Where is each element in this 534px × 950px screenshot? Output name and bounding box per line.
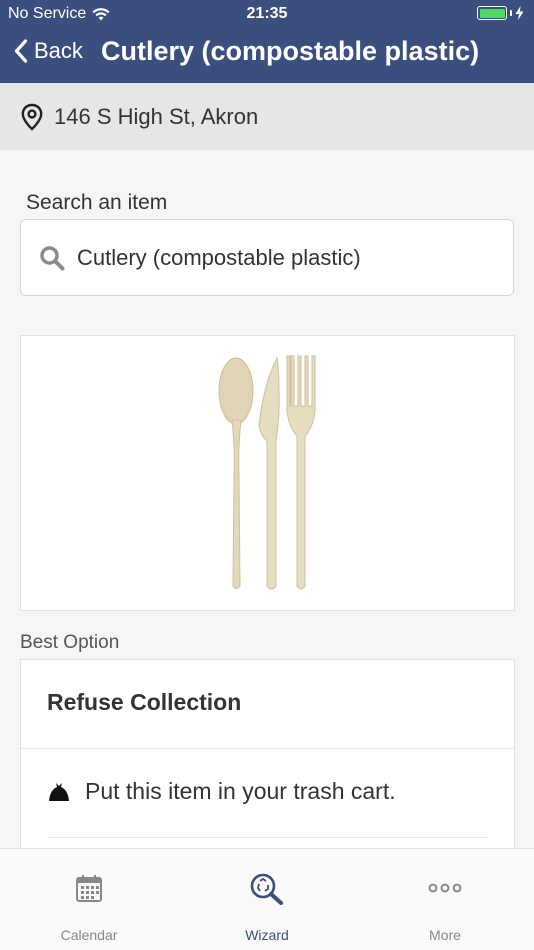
search-value: Cutlery (compostable plastic) (77, 244, 361, 270)
search-input[interactable]: Cutlery (compostable plastic) (20, 219, 514, 296)
location-pin-icon (21, 103, 43, 131)
status-bar: No Service 21:35 (0, 0, 534, 28)
calendar-icon (76, 875, 102, 902)
battery-icon (477, 6, 524, 20)
compostable-cutlery-image (218, 355, 316, 590)
tab-label: Calendar (60, 927, 118, 943)
divider (47, 837, 489, 838)
instruction-text: Put this item in your trash cart. (85, 778, 396, 804)
back-label: Back (34, 38, 83, 63)
best-option-label: Best Option (20, 632, 120, 653)
best-option-card: Refuse Collection Put this item in your … (20, 659, 515, 859)
chevron-left-icon (14, 39, 28, 63)
back-button[interactable]: Back (14, 38, 83, 64)
tab-calendar[interactable]: Calendar (0, 849, 178, 950)
address-bar[interactable]: 146 S High St, Akron (0, 83, 534, 150)
header: No Service 21:35 Back Cutlery (compostab… (0, 0, 534, 83)
status-time: 21:35 (246, 5, 288, 22)
tab-wizard[interactable]: Wizard (178, 849, 356, 950)
recycle-search-icon (250, 873, 283, 905)
search-icon (40, 245, 65, 270)
tab-label: More (429, 927, 461, 943)
tab-bar: Calendar Wizard More (0, 848, 534, 950)
tab-label: Wizard (245, 927, 289, 943)
option-title: Refuse Collection (47, 689, 242, 715)
item-image-card (20, 335, 515, 611)
trash-bag-icon (49, 782, 69, 801)
address-text: 146 S High St, Akron (54, 103, 259, 129)
search-label: Search an item (26, 191, 168, 214)
more-dots-icon (428, 883, 462, 893)
nav-bar: Back Cutlery (compostable plastic) (0, 30, 534, 78)
divider (21, 748, 514, 749)
option-instruction: Put this item in your trash cart. (47, 778, 396, 805)
tab-more[interactable]: More (356, 849, 534, 950)
charging-icon (515, 6, 524, 20)
page-title: Cutlery (compostable plastic) (101, 36, 480, 66)
